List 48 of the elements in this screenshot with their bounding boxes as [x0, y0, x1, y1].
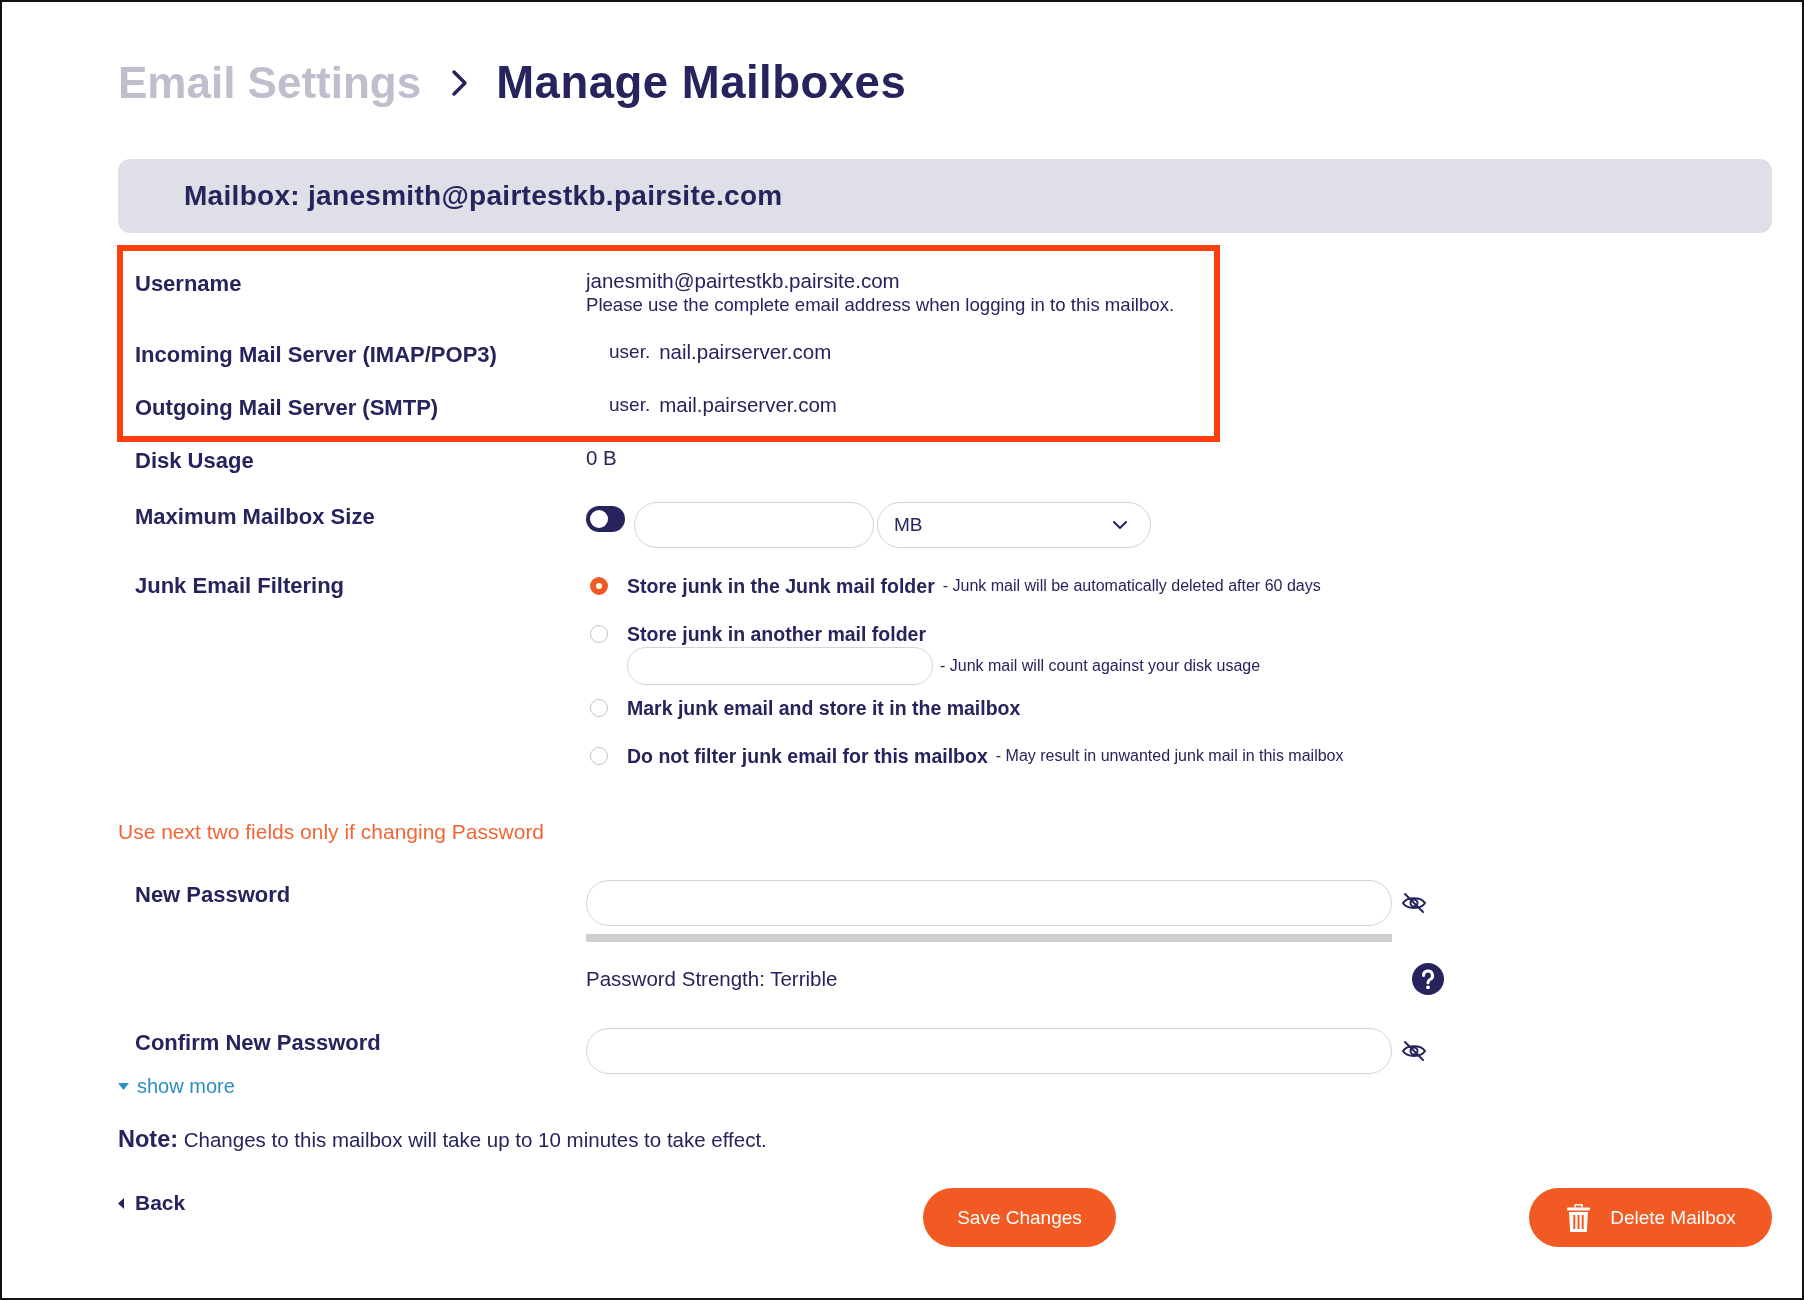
password-input-field[interactable] — [586, 880, 1392, 926]
toggle-switch[interactable] — [586, 506, 625, 532]
detail-value: janesmith@pairtestkb.pairsite.com — [586, 269, 900, 293]
field-label: Confirm New Password — [135, 1029, 381, 1057]
show-more-link[interactable]: show more — [118, 1074, 235, 1098]
field-label: Maximum Mailbox Size — [135, 503, 375, 531]
password-warning: Use next two fields only if changing Password — [118, 819, 545, 845]
password-input-field[interactable] — [586, 1028, 1392, 1074]
breadcrumb-item: Manage Mailboxes — [496, 56, 907, 110]
option-label: Mark junk email and store it in the mailbox — [627, 696, 1021, 720]
help-icon[interactable] — [1412, 963, 1444, 995]
option-label: Store junk in the Junk mail folder — [627, 574, 935, 598]
unit-select[interactable]: MB — [877, 502, 1151, 548]
field-label: Username — [135, 270, 242, 298]
chevron-right-icon — [451, 68, 470, 98]
strength-text: Password Strength: Terrible — [586, 967, 838, 991]
radio-button[interactable] — [590, 699, 608, 717]
delete-mailbox-button[interactable]: Delete Mailbox — [1529, 1188, 1772, 1247]
field-label: Outgoing Mail Server (SMTP) — [135, 394, 439, 422]
radio-button[interactable] — [590, 625, 608, 643]
save-changes-button[interactable]: Save Changes — [923, 1188, 1116, 1247]
size-input-field[interactable] — [634, 502, 874, 548]
option-label: Do not filter junk email for this mailbox — [627, 744, 988, 768]
field-label: Junk Email Filtering — [135, 572, 345, 600]
option-label: Store junk in another mail folder — [627, 622, 927, 646]
radio-button[interactable] — [590, 577, 608, 595]
option-note: - May result in unwanted junk mail in this mailbox — [995, 747, 1344, 765]
radio-button[interactable] — [590, 747, 608, 765]
username-prefix: user. — [609, 340, 651, 364]
back-link[interactable]: Back — [118, 1190, 186, 1216]
mailbox-title: Mailbox: janesmith@pairtestkb.pairsite.com — [184, 180, 783, 212]
option-note: - Junk mail will be automatically deleted after 60 days — [942, 577, 1321, 595]
trash-icon — [1567, 1203, 1591, 1232]
option-note: - Junk mail will count against your disk usage — [940, 657, 1261, 675]
field-label: Incoming Mail Server (IMAP/POP3) — [135, 341, 497, 369]
detail-value: 0 B — [586, 446, 617, 470]
folder-input-field[interactable] — [627, 647, 933, 685]
caret-left-icon — [118, 1197, 124, 1209]
eye-slash-icon[interactable] — [1401, 892, 1427, 914]
server-address: nail.pairserver.com — [659, 340, 832, 364]
hint-text: Please use the complete email address when logging in to this mailbox. — [586, 293, 1175, 317]
field-label: New Password — [135, 881, 291, 909]
note-text: Note: Changes to this mailbox will take up to 10 minutes to take effect. — [118, 1125, 767, 1154]
username-prefix: user. — [609, 393, 651, 417]
field-label: Disk Usage — [135, 447, 254, 475]
chevron-down-icon — [1112, 520, 1128, 530]
server-address: mail.pairserver.com — [659, 393, 837, 417]
eye-slash-icon[interactable] — [1401, 1040, 1427, 1062]
